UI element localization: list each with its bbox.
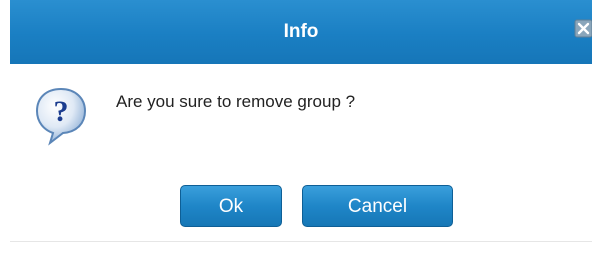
close-icon-graphic — [574, 19, 592, 38]
cancel-button[interactable]: Cancel — [302, 185, 453, 227]
svg-text:?: ? — [54, 95, 69, 128]
dialog-titlebar: Info — [10, 0, 592, 64]
dialog-bottom-divider — [10, 241, 592, 242]
info-dialog: Info ? Are you sure to remove group ? Ok… — [0, 0, 592, 257]
dialog-message: Are you sure to remove group ? — [116, 92, 356, 111]
dialog-title: Info — [283, 21, 319, 42]
question-icon: ? — [34, 86, 88, 146]
ok-button[interactable]: Ok — [180, 185, 282, 227]
dialog-body: ? Are you sure to remove group ? Ok Canc… — [10, 64, 592, 241]
close-icon[interactable] — [574, 14, 592, 44]
